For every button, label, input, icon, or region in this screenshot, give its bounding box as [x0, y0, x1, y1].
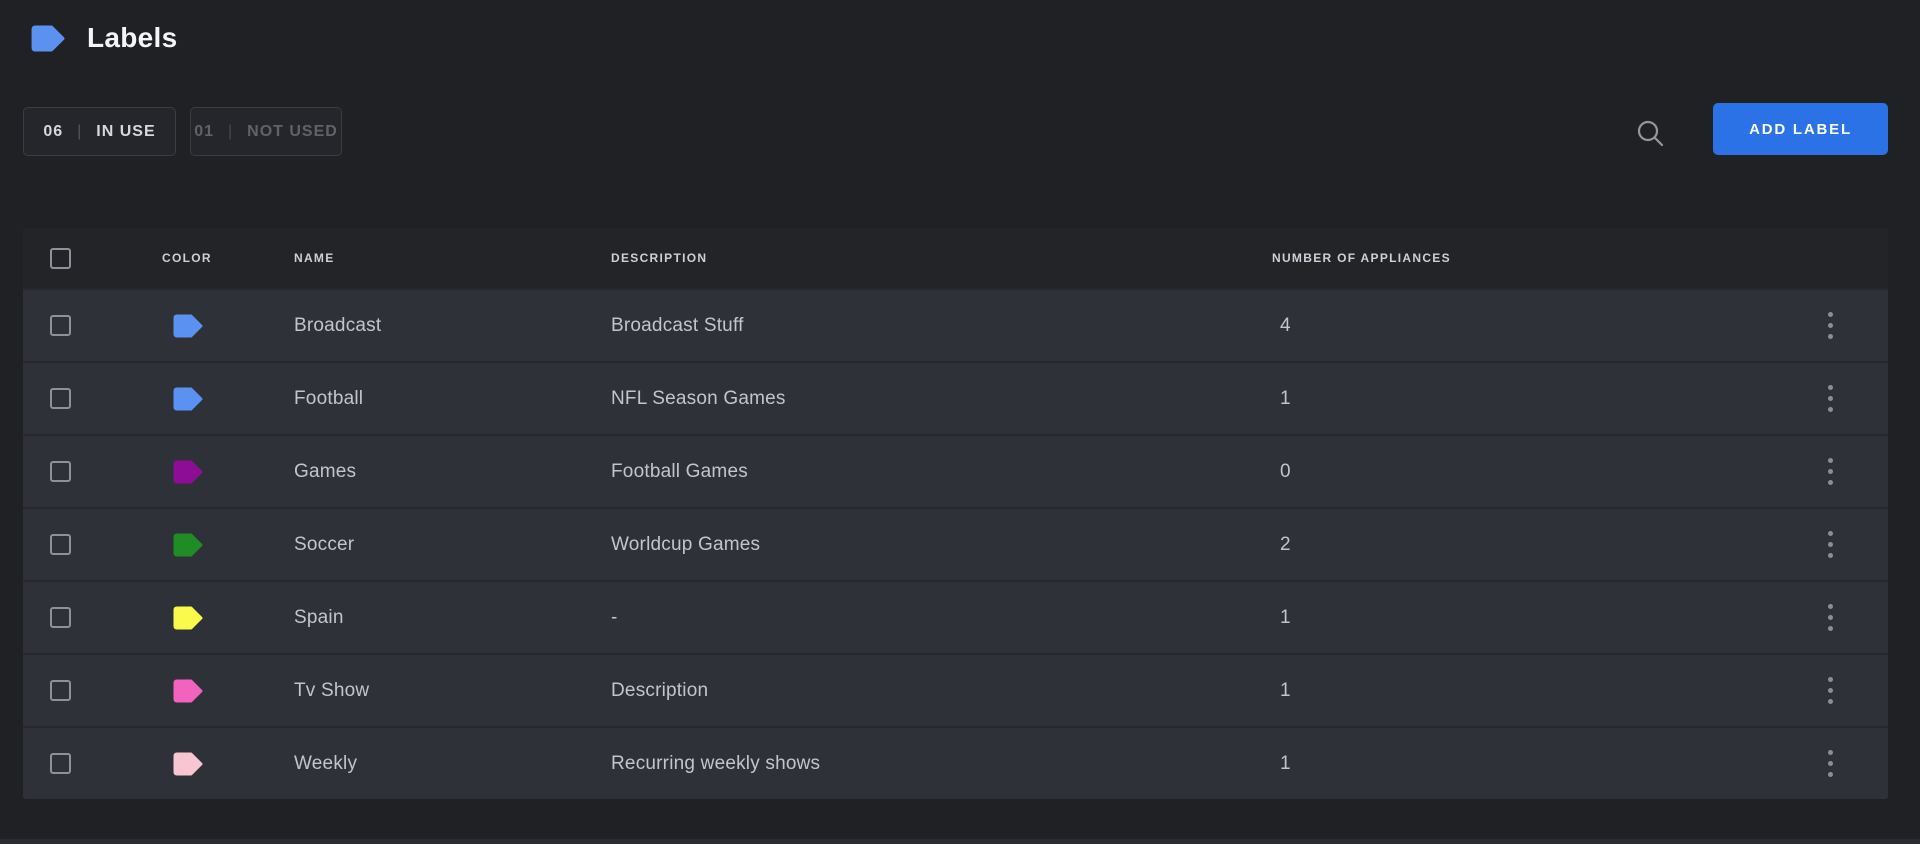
pink-label-tag-icon	[173, 679, 203, 703]
label-description: Recurring weekly shows	[611, 753, 1272, 775]
table-header-row: COLOR NAME DESCRIPTION NUMBER OF APPLIAN…	[23, 228, 1888, 288]
label-description: Worldcup Games	[611, 534, 1272, 556]
appliances-count: 1	[1272, 607, 1773, 629]
row-checkbox[interactable]	[50, 680, 71, 701]
blue-label-tag-icon	[173, 387, 203, 411]
label-tag-icon	[31, 24, 65, 53]
page-header: Labels	[31, 22, 178, 54]
label-description: Football Games	[611, 461, 1272, 483]
column-header-color: COLOR	[162, 251, 294, 265]
filter-not-used-button[interactable]: 01 | NOT USED	[190, 107, 342, 156]
row-menu-kebab-icon[interactable]	[1822, 379, 1839, 418]
bottom-strip	[0, 839, 1920, 844]
appliances-count: 4	[1272, 315, 1773, 337]
search-icon[interactable]	[1634, 117, 1668, 151]
label-name: Weekly	[294, 753, 611, 775]
not-used-count: 01	[194, 123, 214, 141]
row-menu-kebab-icon[interactable]	[1822, 744, 1839, 783]
add-label-button[interactable]: ADD LABEL	[1713, 103, 1888, 155]
table-row[interactable]: Spain-1	[23, 582, 1888, 653]
label-name: Broadcast	[294, 315, 611, 337]
green-label-tag-icon	[173, 533, 203, 557]
filter-in-use-button[interactable]: 06 | IN USE	[23, 107, 176, 156]
label-description: Description	[611, 680, 1272, 702]
filter-divider: |	[228, 123, 233, 141]
light-pink-label-tag-icon	[173, 752, 203, 776]
blue-label-tag-icon	[173, 314, 203, 338]
appliances-count: 1	[1272, 680, 1773, 702]
table-row[interactable]: BroadcastBroadcast Stuff4	[23, 290, 1888, 361]
filter-divider: |	[77, 123, 82, 141]
row-menu-kebab-icon[interactable]	[1822, 306, 1839, 345]
search-icon-glyph	[1634, 117, 1668, 151]
label-name: Spain	[294, 607, 611, 629]
column-header-description: DESCRIPTION	[611, 251, 1272, 265]
page-title: Labels	[87, 22, 178, 54]
purple-label-tag-icon	[173, 460, 203, 484]
row-menu-kebab-icon[interactable]	[1822, 452, 1839, 491]
label-name: Games	[294, 461, 611, 483]
column-header-appliances: NUMBER OF APPLIANCES	[1272, 251, 1773, 265]
label-description: -	[611, 607, 1272, 629]
column-header-name: NAME	[294, 251, 611, 265]
label-name: Soccer	[294, 534, 611, 556]
labels-table: COLOR NAME DESCRIPTION NUMBER OF APPLIAN…	[23, 228, 1888, 799]
table-row[interactable]: FootballNFL Season Games1	[23, 363, 1888, 434]
label-description: Broadcast Stuff	[611, 315, 1272, 337]
yellow-label-tag-icon	[173, 606, 203, 630]
row-checkbox[interactable]	[50, 753, 71, 774]
select-all-checkbox[interactable]	[50, 248, 71, 269]
table-row[interactable]: Tv ShowDescription1	[23, 655, 1888, 726]
not-used-label: NOT USED	[247, 123, 338, 141]
appliances-count: 1	[1272, 388, 1773, 410]
label-name: Tv Show	[294, 680, 611, 702]
in-use-count: 06	[43, 123, 63, 141]
table-row[interactable]: GamesFootball Games0	[23, 436, 1888, 507]
row-checkbox[interactable]	[50, 534, 71, 555]
row-checkbox[interactable]	[50, 315, 71, 336]
row-menu-kebab-icon[interactable]	[1822, 598, 1839, 637]
row-menu-kebab-icon[interactable]	[1822, 525, 1839, 564]
row-menu-kebab-icon[interactable]	[1822, 671, 1839, 710]
appliances-count: 0	[1272, 461, 1773, 483]
appliances-count: 1	[1272, 753, 1773, 775]
label-name: Football	[294, 388, 611, 410]
row-checkbox[interactable]	[50, 461, 71, 482]
table-row[interactable]: SoccerWorldcup Games2	[23, 509, 1888, 580]
row-checkbox[interactable]	[50, 607, 71, 628]
appliances-count: 2	[1272, 534, 1773, 556]
label-description: NFL Season Games	[611, 388, 1272, 410]
table-row[interactable]: WeeklyRecurring weekly shows1	[23, 728, 1888, 799]
row-checkbox[interactable]	[50, 388, 71, 409]
in-use-label: IN USE	[96, 123, 155, 141]
